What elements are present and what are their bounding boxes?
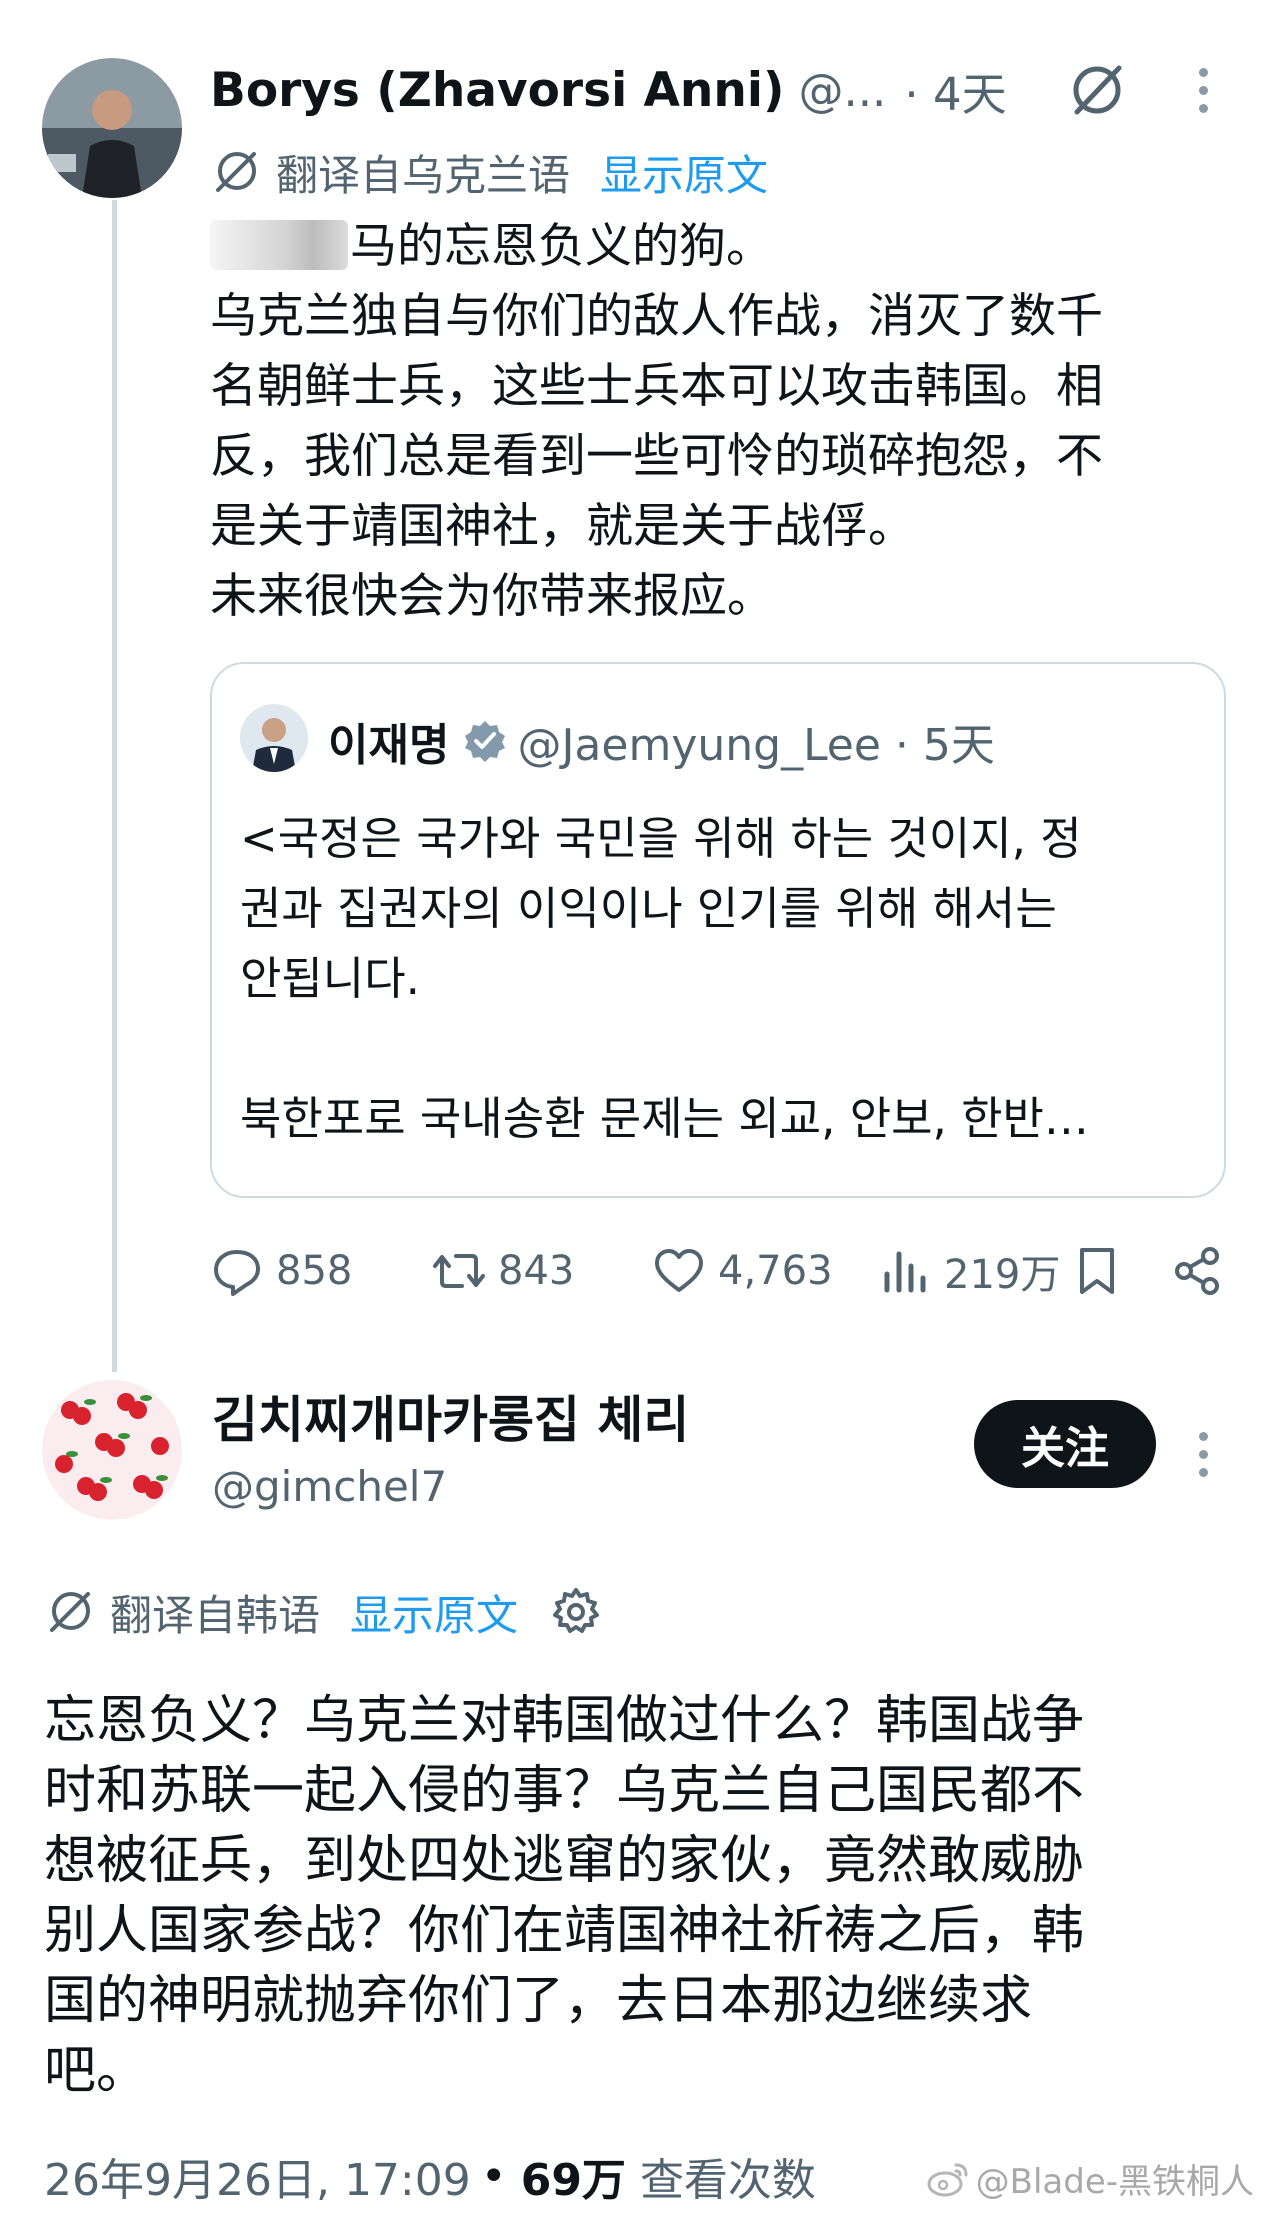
verified-badge-icon <box>465 721 506 762</box>
share-icon <box>1175 1247 1219 1295</box>
translation-notice: 翻译自乌克兰语 显示原文 <box>210 144 768 200</box>
thread-connector-line <box>112 200 117 1372</box>
author-name[interactable]: 김치찌개마카롱집 체리 <box>212 1380 689 1452</box>
meta-separator: • <box>480 2150 507 2202</box>
translated-from-label: 翻译自乌克兰语 <box>276 150 571 200</box>
post-timestamp[interactable]: 26年9月26日, 17:09 <box>44 2144 471 2208</box>
quote-handle-time: @Jaemyung_Lee · 5天 <box>517 720 995 771</box>
like-button[interactable]: 4,763 <box>652 1236 833 1306</box>
views-label: 查看次数 <box>639 2155 816 2206</box>
like-count: 4,763 <box>718 1248 833 1294</box>
author-name[interactable]: Borys (Zhavorsi Anni) <box>210 63 784 118</box>
weibo-icon <box>927 2163 968 2196</box>
post-meta: 26年9月26日, 17:09 • 69万 查看次数 <box>44 2144 816 2208</box>
quote-body-line: 북한포로 국내송환 문제는 외교, 안보, 한반… <box>240 1092 1089 1145</box>
quote-header: 이재명 @Jaemyung_Lee · 5天 <box>328 706 1204 776</box>
translate-icon <box>216 152 256 192</box>
post-body-line: 时和苏联一起入侵的事？乌克兰自己国民都不 <box>44 1761 1085 1821</box>
watermark: @Blade-黑铁桐人 <box>926 2154 1254 2203</box>
post-time[interactable]: · 4天 <box>904 58 1006 123</box>
quote-body-line: <국정은 국가와 국민을 위해 하는 것이지, 정 <box>240 812 1082 865</box>
post-body-line: 想被征兵，到处四处逃窜的家伙，竟然敢威胁 <box>44 1831 1085 1891</box>
post-body-line: 乌克兰独自与你们的敌人作战，消灭了数千 <box>210 289 1103 344</box>
post-body-line: 反，我们总是看到一些可怜的琐碎抱怨，不 <box>210 429 1103 484</box>
redacted-text <box>210 220 348 270</box>
action-bar: 858 843 4,763 219万 <box>210 1236 1230 1306</box>
repost-count: 843 <box>498 1248 575 1294</box>
translation-notice: 翻译自韩语 显示原文 <box>44 1584 602 1640</box>
post-body-line: 是关于靖国神社，就是关于战俘。 <box>210 499 915 554</box>
show-original-link[interactable]: 显示原文 <box>600 142 768 203</box>
more-icon[interactable] <box>1188 60 1218 120</box>
bookmark-icon <box>1080 1248 1114 1294</box>
grok-icon[interactable] <box>1065 58 1129 122</box>
post-body: 忘恩负义？乌克兰对韩国做过什么？韩国战争 时和苏联一起入侵的事？乌克兰自己国民都… <box>44 1686 1234 2106</box>
quote-avatar <box>240 704 308 772</box>
quote-author-name: 이재명 <box>328 720 450 771</box>
more-icon[interactable] <box>1188 1424 1218 1484</box>
post-body-line: 未来很快会为你带来报应。 <box>210 569 774 624</box>
views-count: 219万 <box>944 1252 1061 1298</box>
post-body-line: 名朝鲜士兵，这些士兵本可以攻击韩国。相 <box>210 359 1103 414</box>
bookmark-button[interactable] <box>1070 1236 1124 1306</box>
post-body: 马的忘恩负义的狗。 乌克兰独自与你们的敌人作战，消灭了数千 名朝鲜士兵，这些士兵… <box>210 212 1220 632</box>
quote-body: <국정은 국가와 국민을 위해 하는 것이지, 정 권과 집권자의 이익이나 인… <box>240 804 1200 1154</box>
post-body-line: 别人国家参战？你们在靖国神社祈祷之后，韩 <box>44 1901 1085 1961</box>
reply-icon <box>214 1250 260 1296</box>
translate-icon <box>50 1592 90 1632</box>
quote-body-line: 권과 집권자의 이익이나 인기를 위해 해서는 <box>240 882 1057 935</box>
share-button[interactable] <box>1170 1236 1224 1306</box>
repost-button[interactable]: 843 <box>432 1236 574 1306</box>
watermark-text: @Blade-黑铁桐人 <box>975 2162 1254 2202</box>
follow-button[interactable]: 关注 <box>974 1400 1156 1488</box>
post-body-line: 国的神明就抛弃你们了，去日本那边继续求 <box>44 1971 1033 2031</box>
author-handle[interactable]: @... <box>798 64 886 117</box>
views-icon <box>884 1251 926 1293</box>
views-count: 69万 <box>520 2155 626 2206</box>
quote-body-line: 안됩니다. <box>240 952 420 1005</box>
reply-count: 858 <box>276 1248 353 1294</box>
avatar[interactable] <box>42 1380 182 1520</box>
author-handle[interactable]: @gimchel7 <box>212 1462 447 1511</box>
reply-button[interactable]: 858 <box>210 1236 352 1306</box>
like-icon <box>655 1249 703 1292</box>
post-body-line-1: 马的忘恩负义的狗。 <box>210 212 1220 282</box>
post-body-line: 吧。 <box>44 2041 149 2101</box>
translated-from-label: 翻译自韩语 <box>110 1590 321 1640</box>
show-original-link[interactable]: 显示原文 <box>350 1582 518 1643</box>
avatar[interactable] <box>42 58 182 198</box>
settings-gear-icon[interactable] <box>550 1586 602 1638</box>
views-button[interactable]: 219万 <box>878 1236 1060 1306</box>
repost-icon <box>433 1254 485 1288</box>
post-body-line: 忘恩负义？乌克兰对韩国做过什么？韩国战争 <box>44 1691 1085 1751</box>
quoted-post[interactable]: 이재명 @Jaemyung_Lee · 5天 <국정은 국가와 국민을 위해 하… <box>210 662 1226 1198</box>
